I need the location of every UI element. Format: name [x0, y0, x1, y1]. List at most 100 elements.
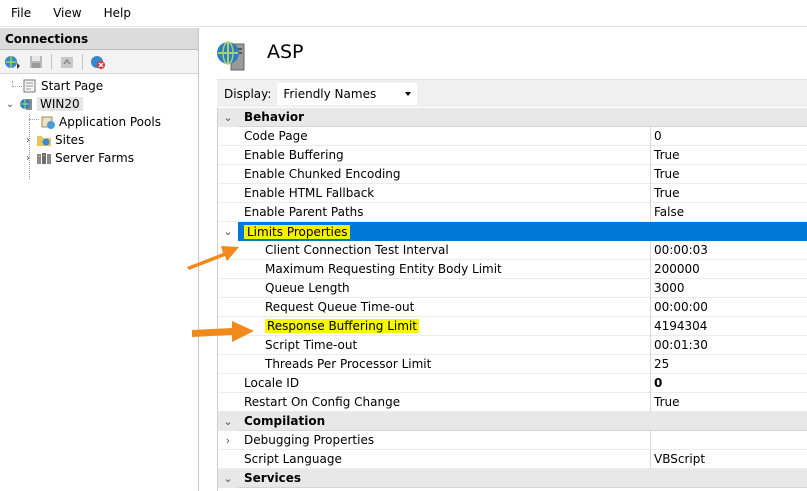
property-row[interactable]: Request Queue Time-out 00:00:00	[218, 297, 807, 317]
property-row[interactable]: Client Connection Test Interval 00:00:03	[218, 240, 807, 260]
property-row[interactable]: › Debugging Properties	[218, 430, 807, 450]
server-farms-icon	[36, 150, 52, 166]
property-value[interactable]: 3000	[651, 279, 807, 298]
tree-item-server-farms[interactable]: › Server Farms	[22, 149, 134, 167]
category-label: Behavior	[244, 110, 305, 124]
up-level-icon[interactable]	[57, 53, 77, 71]
category-behavior[interactable]: ⌄ Behavior	[218, 108, 807, 127]
chevron-down-icon[interactable]: ⌄	[218, 411, 238, 431]
toolbar-divider	[82, 53, 83, 70]
property-row[interactable]: Code Page 0	[218, 126, 807, 146]
property-name: Enable Buffering	[238, 145, 651, 165]
property-row[interactable]: Enable HTML Fallback True	[218, 183, 807, 203]
tree-item-start-page[interactable]: Start Page	[22, 77, 103, 95]
menu-view[interactable]: View	[42, 0, 92, 27]
menu-file[interactable]: File	[0, 0, 42, 27]
property-name: Request Queue Time-out	[238, 297, 651, 317]
category-services[interactable]: ⌄ Services	[218, 468, 807, 488]
asp-globe-icon	[215, 38, 249, 72]
property-value[interactable]: 00:01:30	[651, 336, 807, 355]
dropdown-arrow-icon	[405, 91, 412, 96]
property-value[interactable]: True	[651, 393, 807, 412]
display-selected-value: Friendly Names	[283, 86, 377, 101]
property-row[interactable]: Script Time-out 00:01:30	[218, 335, 807, 355]
server-globe-icon	[18, 96, 34, 112]
property-name: Client Connection Test Interval	[238, 240, 651, 260]
property-name: Maximum Requesting Entity Body Limit	[238, 259, 651, 279]
connections-pane: Connections Start Page ⌄ WIN20 Applicati…	[0, 28, 199, 491]
property-value[interactable]: True	[651, 146, 807, 165]
property-value[interactable]: 25	[651, 355, 807, 374]
property-value[interactable]	[651, 431, 807, 450]
feature-pane: ASP Display: Friendly Names ⌄ Behavior C…	[200, 28, 807, 491]
connections-title: Connections	[0, 28, 198, 50]
category-label: Compilation	[244, 414, 326, 428]
property-name: Enable HTML Fallback	[238, 183, 651, 203]
property-row[interactable]: Threads Per Processor Limit 25	[218, 354, 807, 374]
property-value[interactable]: True	[651, 165, 807, 184]
chevron-right-icon[interactable]: ›	[218, 431, 238, 450]
property-value[interactable]: VBScript	[651, 450, 807, 469]
property-name: Script Language	[238, 449, 651, 469]
property-value[interactable]: 4194304	[651, 317, 807, 336]
page-header: ASP	[200, 28, 807, 78]
tree-item-sites[interactable]: › Sites	[22, 131, 84, 149]
tree-item-label: Start Page	[41, 79, 104, 93]
property-name: Queue Length	[238, 278, 651, 298]
save-icon[interactable]	[26, 53, 46, 71]
menu-help[interactable]: Help	[93, 0, 142, 27]
property-name: Response Buffering Limit	[265, 319, 419, 333]
tree-item-application-pools[interactable]: Application Pools	[40, 113, 161, 131]
display-label: Display:	[224, 86, 272, 101]
property-row[interactable]: Enable Chunked Encoding True	[218, 164, 807, 184]
connect-globe-icon[interactable]	[3, 53, 23, 71]
display-bar: Display: Friendly Names	[217, 79, 807, 107]
chevron-right-icon[interactable]: ›	[22, 152, 34, 164]
category-label: Services	[244, 471, 302, 485]
menu-bar: File View Help	[0, 0, 807, 27]
property-grid: ⌄ Behavior Code Page 0 Enable Buffering …	[217, 108, 807, 491]
chevron-down-icon[interactable]: ⌄	[218, 222, 238, 241]
connections-toolbar	[0, 50, 198, 74]
display-dropdown[interactable]: Friendly Names	[277, 82, 418, 105]
tree-item-label: WIN20	[37, 97, 83, 111]
property-name: Restart On Config Change	[238, 392, 651, 412]
group-limits-properties[interactable]: ⌄ Limits Properties	[218, 222, 807, 241]
chevron-down-icon[interactable]: ⌄	[4, 98, 16, 110]
property-value[interactable]: 200000	[651, 260, 807, 279]
property-value[interactable]: 0	[651, 374, 807, 393]
property-name: Debugging Properties	[238, 430, 651, 450]
chevron-down-icon[interactable]: ⌄	[218, 468, 238, 488]
property-value[interactable]: False	[651, 203, 807, 222]
property-row-response-buffering[interactable]: Response Buffering Limit 4194304	[218, 316, 807, 336]
tree-item-label: Sites	[55, 133, 85, 147]
chevron-down-icon[interactable]: ⌄	[218, 108, 238, 127]
property-value[interactable]: 0	[651, 127, 807, 146]
property-name: Code Page	[238, 126, 651, 146]
property-value[interactable]: 00:00:00	[651, 298, 807, 317]
chevron-right-icon[interactable]: ›	[22, 134, 34, 146]
property-name: Threads Per Processor Limit	[238, 354, 651, 374]
page-title: ASP	[267, 41, 304, 63]
start-page-icon	[22, 78, 38, 94]
disconnect-icon[interactable]	[88, 53, 108, 71]
property-row[interactable]: Enable Parent Paths False	[218, 202, 807, 222]
property-value[interactable]: 00:00:03	[651, 241, 807, 260]
property-row[interactable]: Queue Length 3000	[218, 278, 807, 298]
property-name: Script Time-out	[238, 335, 651, 355]
property-row[interactable]: Enable Buffering True	[218, 145, 807, 165]
property-row[interactable]: Restart On Config Change True	[218, 392, 807, 412]
sites-folder-icon	[36, 132, 52, 148]
property-row[interactable]: Maximum Requesting Entity Body Limit 200…	[218, 259, 807, 279]
property-value[interactable]: True	[651, 184, 807, 203]
property-name: Locale ID	[238, 373, 651, 393]
property-name: Enable Parent Paths	[238, 202, 651, 222]
annotation-arrow-icon	[192, 321, 254, 342]
property-row[interactable]: Locale ID 0	[218, 373, 807, 393]
toolbar-divider	[51, 53, 52, 70]
category-compilation[interactable]: ⌄ Compilation	[218, 411, 807, 431]
tree-item-label: Server Farms	[55, 151, 134, 165]
tree-item-server[interactable]: ⌄ WIN20	[4, 95, 83, 113]
property-row[interactable]: Script Language VBScript	[218, 449, 807, 469]
group-label: Limits Properties	[244, 224, 351, 239]
